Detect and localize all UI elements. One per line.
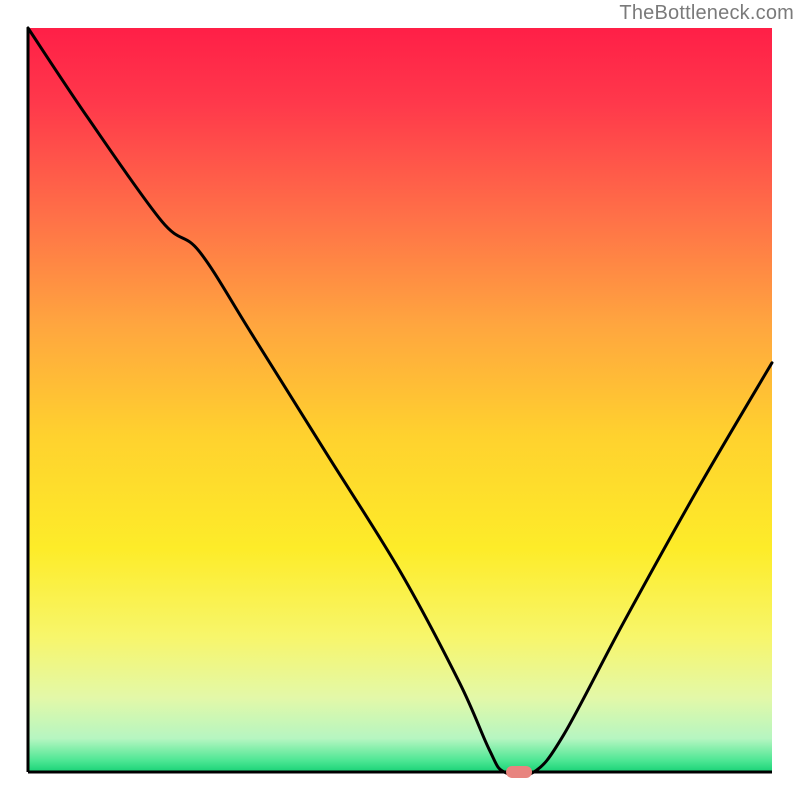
chart-container: TheBottleneck.com	[0, 0, 800, 800]
optimal-marker	[506, 766, 532, 778]
watermark-text: TheBottleneck.com	[619, 2, 794, 25]
bottleneck-chart	[0, 0, 800, 800]
plot-background	[28, 28, 772, 772]
